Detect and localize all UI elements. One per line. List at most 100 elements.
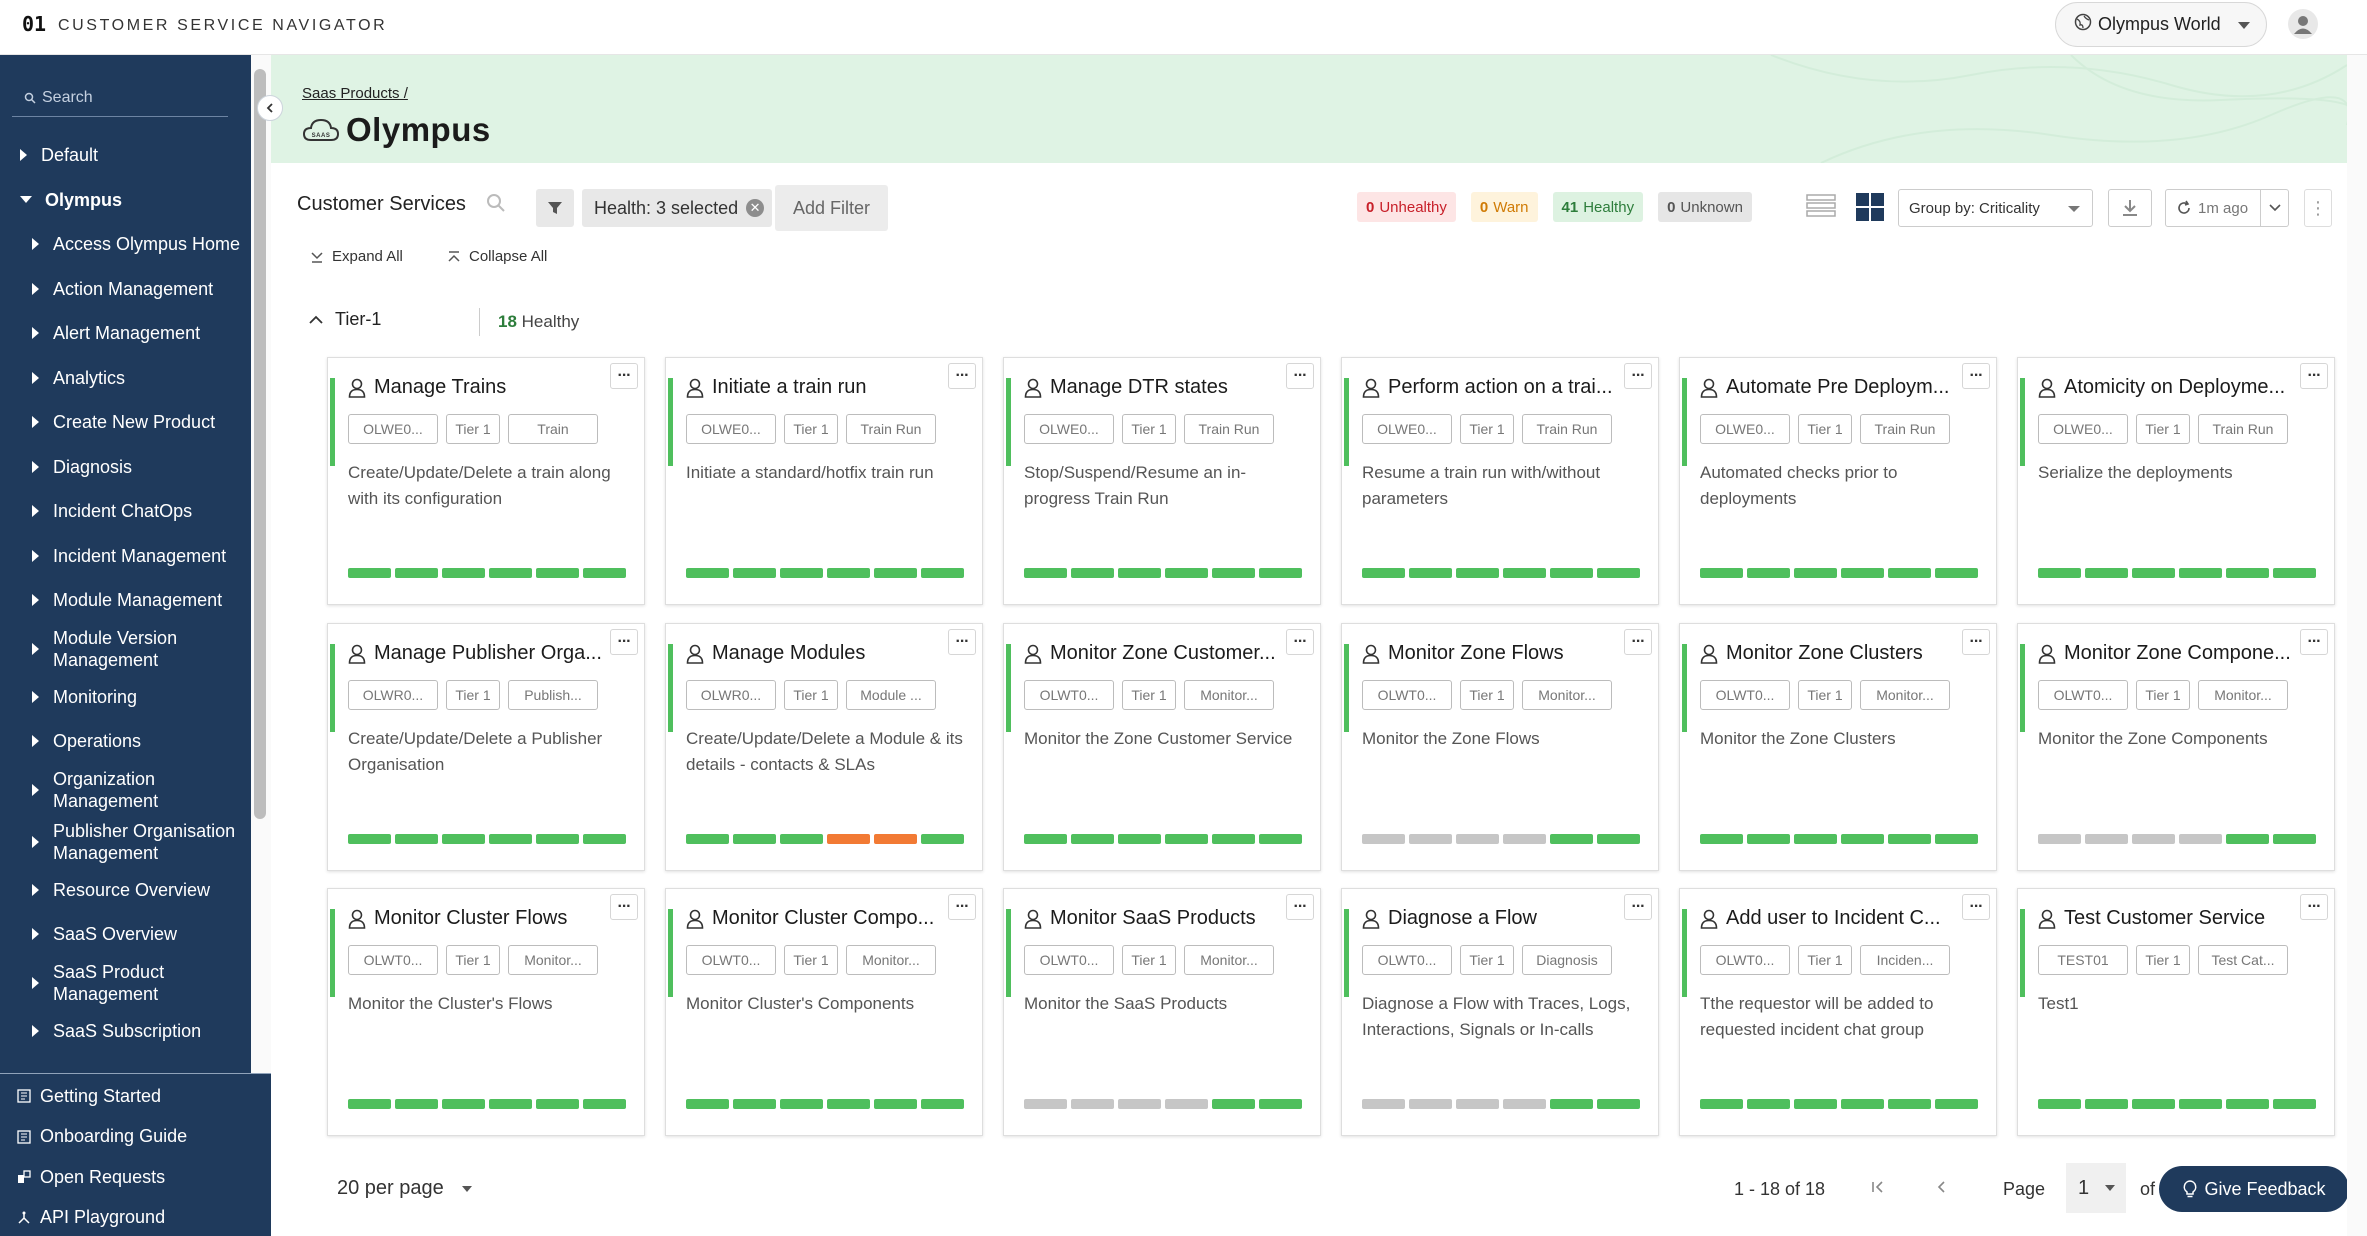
download-button[interactable] [2108, 189, 2152, 227]
per-page-select[interactable]: 20 per page [337, 1177, 472, 1200]
world-select[interactable]: Olympus World [2055, 2, 2267, 47]
card-title-row: Initiate a train run [686, 376, 944, 399]
sidebar-scrollbar[interactable] [251, 55, 271, 1073]
service-card[interactable]: ··· Diagnose a Flow OLWT0... Tier 1 Diagno… [1341, 888, 1659, 1136]
sidebar-item-organization-management[interactable]: Organization Management [0, 764, 250, 816]
sidebar-item-saas-subscription[interactable]: SaaS Subscription [0, 1009, 250, 1054]
card-menu-button[interactable]: ··· [610, 629, 638, 655]
sidebar-item-saas-overview[interactable]: SaaS Overview [0, 912, 250, 957]
sidebar-item-alert-management[interactable]: Alert Management [0, 311, 250, 356]
expand-all-button[interactable]: Expand All [310, 248, 403, 265]
service-card[interactable]: ··· Automate Pre Deploym... OLWE0... Tier… [1679, 357, 1997, 605]
onboarding-guide-link[interactable]: Onboarding Guide [0, 1117, 271, 1158]
warn-pill[interactable]: 0 Warn [1470, 192, 1538, 222]
first-page-button[interactable] [1871, 1178, 1887, 1199]
person-icon [2038, 644, 2056, 664]
healthy-pill[interactable]: 41 Healthy [1552, 192, 1644, 222]
card-menu-button[interactable]: ··· [1286, 629, 1314, 655]
card-menu-button[interactable]: ··· [2300, 894, 2328, 920]
more-options-button[interactable]: ⋮ [2304, 189, 2332, 227]
card-menu-button[interactable]: ··· [1624, 363, 1652, 389]
grid-view-button[interactable] [1855, 192, 1885, 227]
collapse-all-button[interactable]: Collapse All [447, 248, 547, 265]
sidebar-item-publisher-organisation-management[interactable]: Publisher Organisation Management [0, 816, 250, 868]
sidebar-item-default[interactable]: Default [0, 133, 250, 178]
sidebar-item-create-new-product[interactable]: Create New Product [0, 400, 250, 445]
of-label: of [2140, 1179, 2156, 1199]
card-menu-button[interactable]: ··· [1624, 894, 1652, 920]
card-menu-button[interactable]: ··· [1962, 629, 1990, 655]
card-menu-button[interactable]: ··· [1286, 894, 1314, 920]
open-requests-link[interactable]: Open Requests [0, 1157, 271, 1198]
service-card[interactable]: ··· Monitor Zone Compone... OLWT0... Tier… [2017, 623, 2335, 871]
card-menu-button[interactable]: ··· [948, 894, 976, 920]
group-toggle[interactable]: Tier-1 [309, 309, 381, 330]
give-feedback-button[interactable]: Give Feedback [2159, 1166, 2349, 1212]
prev-page-button[interactable] [1936, 1178, 1948, 1199]
breadcrumb[interactable]: Saas Products / [302, 85, 408, 102]
sidebar-item-module-version-management[interactable]: Module Version Management [0, 623, 250, 675]
service-card[interactable]: ··· Initiate a train run OLWE0... Tier 1 T… [665, 357, 983, 605]
unhealthy-pill[interactable]: 0 Unhealthy [1357, 192, 1456, 222]
card-menu-button[interactable]: ··· [1962, 363, 1990, 389]
sidebar-item-incident-management[interactable]: Incident Management [0, 534, 250, 579]
clear-filter-icon[interactable]: ✕ [746, 199, 765, 217]
sidebar-item-operations[interactable]: Operations [0, 719, 250, 764]
sidebar-scrollbar-thumb[interactable] [254, 69, 266, 819]
getting-started-link[interactable]: Getting Started [0, 1076, 271, 1117]
sidebar-item-monitoring[interactable]: Monitoring [0, 675, 250, 720]
toolbar-search-button[interactable] [486, 193, 506, 218]
service-card[interactable]: ··· Monitor Zone Clusters OLWT0... Tier 1… [1679, 623, 1997, 871]
add-filter-button[interactable]: Add Filter [775, 185, 889, 231]
sidebar-item-incident-chatops[interactable]: Incident ChatOps [0, 489, 250, 534]
health-segment [1071, 834, 1114, 844]
card-menu-button[interactable]: ··· [948, 363, 976, 389]
card-menu-button[interactable]: ··· [1286, 363, 1314, 389]
service-card[interactable]: ··· Manage DTR states OLWE0... Tier 1 Trai… [1003, 357, 1321, 605]
unknown-pill[interactable]: 0 Unknown [1658, 192, 1752, 222]
card-menu-button[interactable]: ··· [2300, 629, 2328, 655]
sidebar-item-module-management[interactable]: Module Management [0, 578, 250, 623]
sidebar-item-access-olympus-home[interactable]: Access Olympus Home [0, 222, 250, 267]
refresh-button[interactable]: 1m ago [2165, 189, 2261, 227]
sidebar-collapse-button[interactable] [257, 95, 283, 121]
service-card[interactable]: ··· Manage Trains OLWE0... Tier 1 Train Cr… [327, 357, 645, 605]
user-avatar-button[interactable] [2283, 2, 2323, 46]
sidebar-item-resource-overview[interactable]: Resource Overview [0, 868, 250, 913]
card-menu-button[interactable]: ··· [610, 363, 638, 389]
app-logo[interactable]: 01 [22, 12, 46, 36]
list-view-button[interactable] [1806, 193, 1836, 224]
service-tag: Tier 1 [446, 680, 500, 710]
main-scrollbar[interactable] [2347, 55, 2367, 1236]
service-card[interactable]: ··· Manage Modules OLWR0... Tier 1 Module … [665, 623, 983, 871]
group-by-select[interactable]: Group by: Criticality [1898, 189, 2093, 227]
service-card[interactable]: ··· Monitor Zone Customer... OLWT0... Tie… [1003, 623, 1321, 871]
sidebar-item-diagnosis[interactable]: Diagnosis [0, 445, 250, 490]
sidebar-search[interactable]: Search [12, 79, 228, 117]
service-card[interactable]: ··· Monitor Cluster Compo... OLWT0... Tie… [665, 888, 983, 1136]
filter-button[interactable] [536, 189, 574, 227]
api-playground-link[interactable]: API Playground [0, 1198, 271, 1236]
service-card[interactable]: ··· Test Customer Service TEST01 Tier 1 Te… [2017, 888, 2335, 1136]
health-segment [2273, 568, 2316, 578]
sidebar-item-analytics[interactable]: Analytics [0, 356, 250, 401]
sidebar-item-saas-product-management[interactable]: SaaS Product Management [0, 957, 250, 1009]
service-card[interactable]: ··· Monitor SaaS Products OLWT0... Tier 1… [1003, 888, 1321, 1136]
card-menu-button[interactable]: ··· [610, 894, 638, 920]
card-menu-button[interactable]: ··· [1624, 629, 1652, 655]
service-card[interactable]: ··· Add user to Incident C... OLWT0... Ti… [1679, 888, 1997, 1136]
page-select[interactable]: 1 [2066, 1163, 2126, 1213]
refresh-dropdown[interactable] [2261, 189, 2289, 227]
sidebar-item-action-management[interactable]: Action Management [0, 267, 250, 312]
card-menu-button[interactable]: ··· [1962, 894, 1990, 920]
service-card[interactable]: ··· Manage Publisher Orga... OLWR0... Tie… [327, 623, 645, 871]
service-card[interactable]: ··· Monitor Cluster Flows OLWT0... Tier 1… [327, 888, 645, 1136]
sidebar-item-label: Default [41, 145, 99, 166]
sidebar-item-olympus[interactable]: Olympus [0, 178, 250, 223]
service-card[interactable]: ··· Monitor Zone Flows OLWT0... Tier 1 Mon… [1341, 623, 1659, 871]
card-menu-button[interactable]: ··· [2300, 363, 2328, 389]
health-filter-chip[interactable]: Health: 3 selected ✕ [582, 189, 773, 227]
card-menu-button[interactable]: ··· [948, 629, 976, 655]
service-card[interactable]: ··· Atomicity on Deployme... OLWE0... Tie… [2017, 357, 2335, 605]
service-card[interactable]: ··· Perform action on a trai... OLWE0...… [1341, 357, 1659, 605]
